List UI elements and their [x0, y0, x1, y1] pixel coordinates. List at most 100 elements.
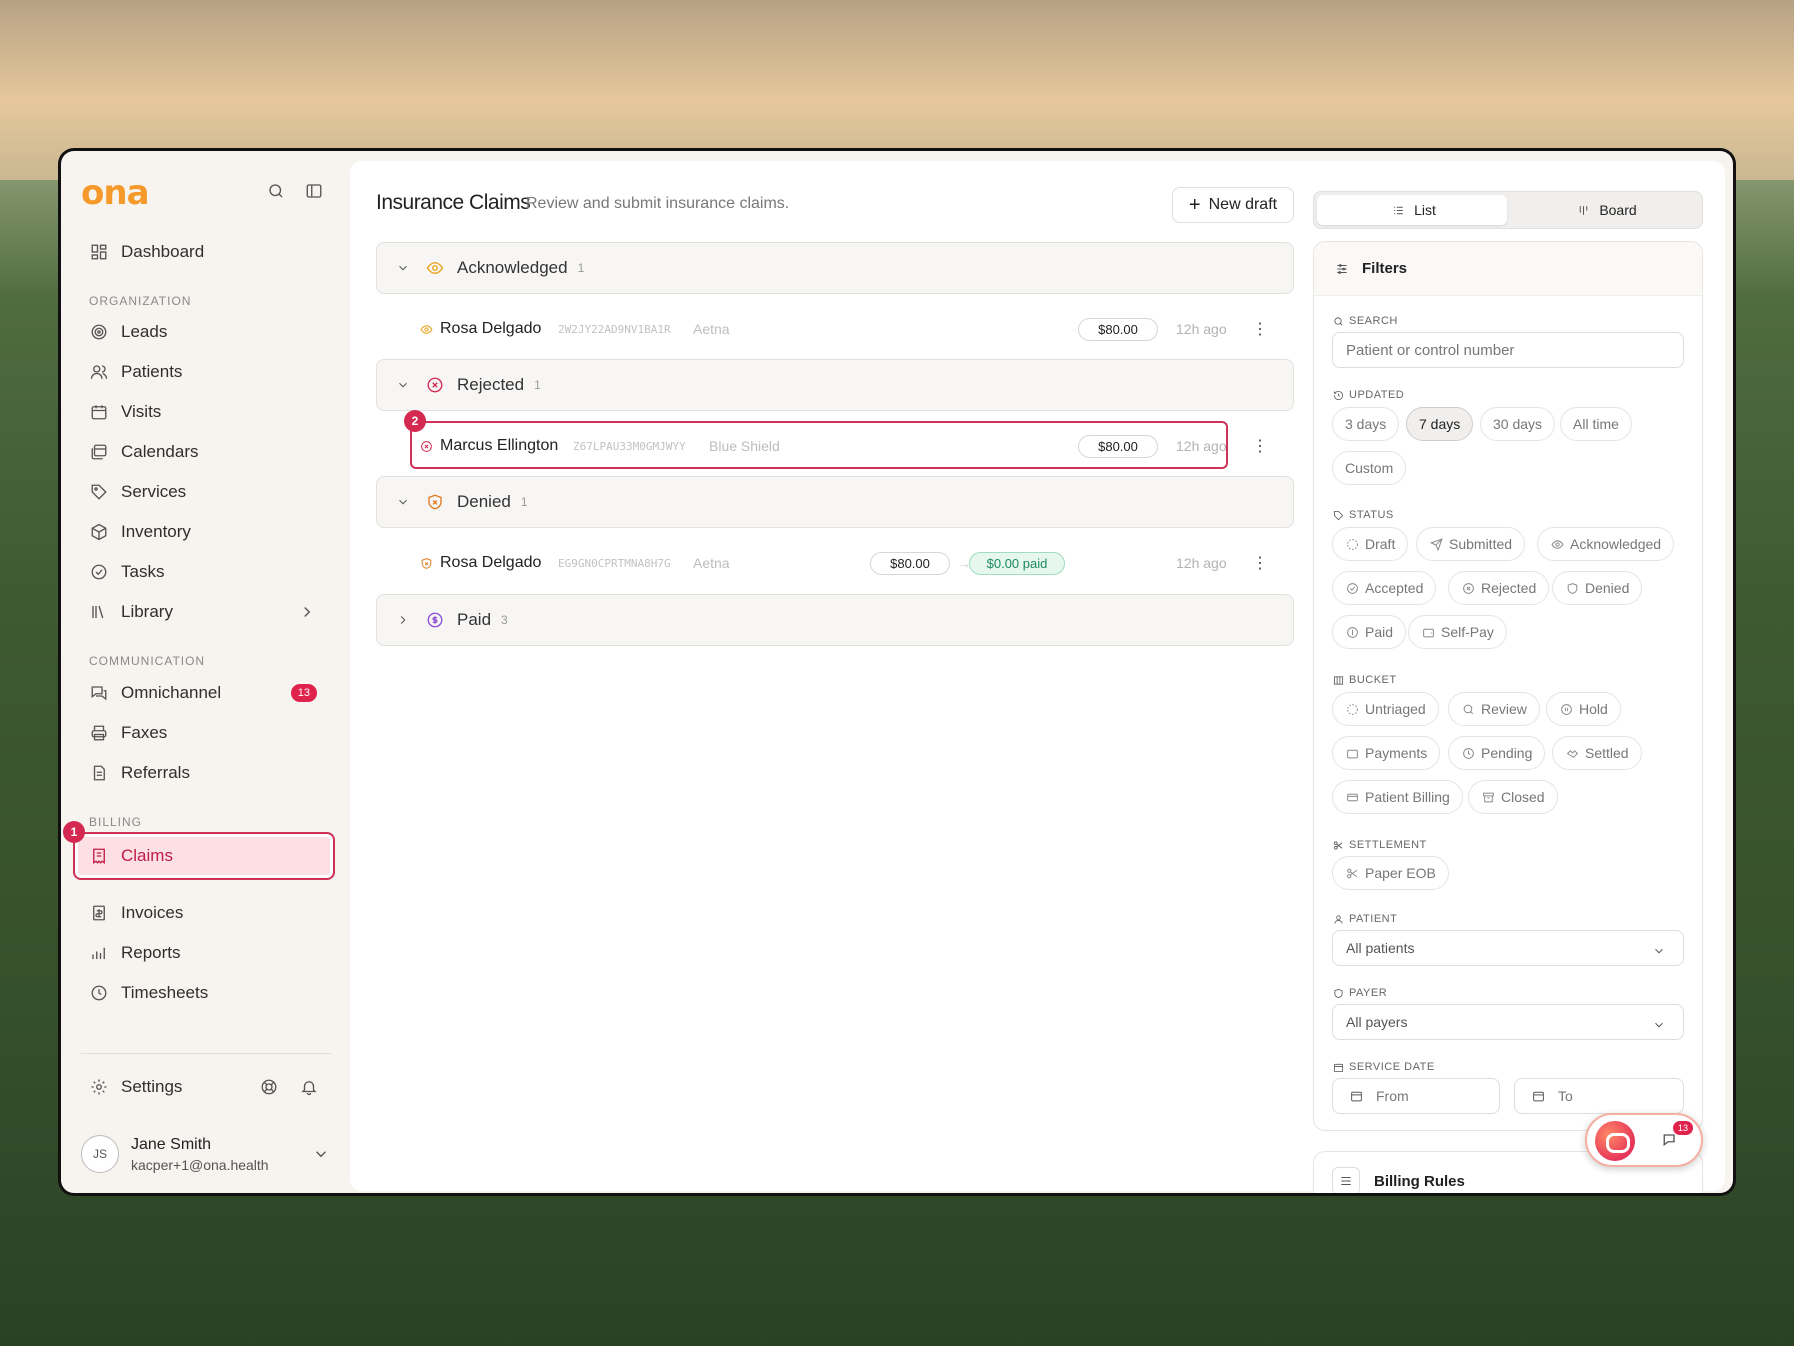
updated-7days-chip[interactable]: 7 days: [1406, 407, 1474, 441]
sidebar-item-reports[interactable]: Reports: [75, 934, 331, 972]
bucket-label: BUCKET: [1332, 674, 1397, 686]
settlement-label: SETTLEMENT: [1332, 839, 1427, 851]
sidebar-item-tasks[interactable]: Tasks: [75, 553, 331, 591]
more-options-icon[interactable]: ⋮: [1252, 319, 1268, 339]
claim-row[interactable]: Rosa Delgado 2W2JY22AD9NV1BA1R Aetna $80…: [376, 305, 1294, 353]
sidebar-item-services[interactable]: Services: [75, 473, 331, 511]
more-options-icon[interactable]: ⋮: [1252, 553, 1268, 573]
sidebar-item-referrals[interactable]: Referrals: [75, 754, 331, 792]
sidebar-item-label: Timesheets: [121, 983, 209, 1002]
amount-pill: $80.00: [1078, 317, 1158, 341]
amount-pill: $80.00: [870, 551, 950, 575]
ona-chat-logo-icon: [1595, 1121, 1635, 1161]
search-icon: [1332, 315, 1344, 327]
group-paid[interactable]: Paid 3: [376, 594, 1294, 646]
bell-icon[interactable]: [299, 1077, 319, 1097]
chevron-right-icon: [393, 610, 413, 630]
service-date-label: SERVICE DATE: [1332, 1061, 1435, 1073]
group-acknowledged[interactable]: Acknowledged 1: [376, 242, 1294, 294]
sidebar-item-visits[interactable]: Visits: [75, 393, 331, 431]
bucket-closed-chip[interactable]: Closed: [1468, 780, 1558, 814]
group-denied[interactable]: Denied 1: [376, 476, 1294, 528]
chat-launcher[interactable]: 13: [1585, 1113, 1703, 1167]
eye-icon: [416, 319, 436, 339]
sidebar-item-faxes[interactable]: Faxes: [75, 714, 331, 752]
sidebar-item-patients[interactable]: Patients: [75, 353, 331, 391]
payer-label: PAYER: [1332, 987, 1387, 999]
filters-panel: Filters SEARCH Patient or control number…: [1313, 241, 1703, 1131]
more-options-icon[interactable]: ⋮: [1252, 436, 1268, 456]
group-label: Acknowledged: [457, 258, 568, 277]
status-denied-chip[interactable]: Denied: [1552, 571, 1643, 605]
help-buoy-icon[interactable]: [259, 1077, 279, 1097]
bucket-review-chip[interactable]: Review: [1448, 692, 1540, 726]
sidebar-item-timesheets[interactable]: Timesheets: [75, 974, 331, 1012]
status-paid-chip[interactable]: Paid: [1332, 615, 1407, 649]
check-circle-icon: [89, 562, 109, 582]
unread-badge: 13: [290, 684, 317, 702]
bucket-hold-chip[interactable]: Hold: [1546, 692, 1621, 726]
zoom-icon: [1461, 702, 1475, 716]
claim-row[interactable]: Rosa Delgado EG9GN0CPRTMNA8H7G Aetna $80…: [376, 539, 1294, 587]
status-rejected-chip[interactable]: Rejected: [1448, 571, 1550, 605]
view-toggle: List Board: [1313, 191, 1703, 229]
date-to-input[interactable]: To: [1514, 1078, 1684, 1114]
patient-select[interactable]: All patients: [1332, 930, 1684, 966]
search-icon[interactable]: [266, 181, 286, 201]
status-submitted-chip[interactable]: Submitted: [1416, 527, 1526, 561]
sidebar-item-invoices[interactable]: Invoices: [75, 894, 331, 932]
bucket-payments-chip[interactable]: Payments: [1332, 736, 1441, 770]
wallet-icon: [1421, 625, 1435, 639]
payer-select[interactable]: All payers: [1332, 1004, 1684, 1040]
credit-card-icon: [1345, 790, 1359, 804]
main-panel: Insurance Claims Review and submit insur…: [350, 161, 1725, 1193]
check-circle-icon: [1345, 581, 1359, 595]
section-communication: COMMUNICATION: [89, 654, 206, 668]
clock-icon: [1461, 746, 1475, 760]
calendar-icon: [1346, 1086, 1366, 1106]
sidebar-item-library[interactable]: Library: [75, 593, 331, 631]
sidebar-item-omnichannel[interactable]: Omnichannel 13: [75, 674, 331, 712]
sidebar-item-dashboard[interactable]: Dashboard: [75, 233, 331, 271]
new-draft-button[interactable]: + New draft: [1172, 187, 1294, 223]
printer-icon: [89, 723, 109, 743]
clock-icon: [89, 983, 109, 1003]
settlement-paper-eob-chip[interactable]: Paper EOB: [1332, 856, 1449, 890]
sidebar-item-leads[interactable]: Leads: [75, 313, 331, 351]
sidebar-item-inventory[interactable]: Inventory: [75, 513, 331, 551]
sidebar-item-claims[interactable]: Claims: [73, 832, 335, 880]
updated-time: 12h ago: [1176, 555, 1227, 571]
status-acknowledged-chip[interactable]: Acknowledged: [1537, 527, 1675, 561]
sidebar-item-settings[interactable]: Settings: [75, 1068, 235, 1106]
bucket-settled-chip[interactable]: Settled: [1552, 736, 1642, 770]
filters-title: Filters: [1362, 260, 1408, 277]
updated-alltime-chip[interactable]: All time: [1560, 407, 1632, 441]
date-from-input[interactable]: From: [1332, 1078, 1500, 1114]
billing-rules-title: Billing Rules: [1374, 1172, 1465, 1190]
updated-30days-chip[interactable]: 30 days: [1480, 407, 1556, 441]
bucket-patient-billing-chip[interactable]: Patient Billing: [1332, 780, 1463, 814]
status-selfpay-chip[interactable]: Self-Pay: [1408, 615, 1507, 649]
sidebar-item-label: Services: [121, 482, 187, 501]
board-view-button[interactable]: Board: [1510, 195, 1700, 225]
updated-custom-chip[interactable]: Custom: [1332, 451, 1407, 485]
user-menu[interactable]: JS Jane Smith kacper+1@ona.health: [81, 1128, 331, 1180]
sidebar-item-calendars[interactable]: Calendars: [75, 433, 331, 471]
pause-circle-icon: [1559, 702, 1573, 716]
status-accepted-chip[interactable]: Accepted: [1332, 571, 1437, 605]
receipt-icon: [89, 846, 109, 866]
search-input[interactable]: Patient or control number: [1332, 332, 1684, 368]
sidebar-toggle-icon[interactable]: [304, 181, 324, 201]
bucket-untriaged-chip[interactable]: Untriaged: [1332, 692, 1439, 726]
sidebar-item-label: Visits: [121, 402, 162, 421]
bucket-pending-chip[interactable]: Pending: [1448, 736, 1546, 770]
users-icon: [89, 362, 109, 382]
group-count: 1: [534, 378, 541, 392]
archive-icon: [1481, 790, 1495, 804]
eye-icon: [425, 258, 445, 278]
list-view-button[interactable]: List: [1317, 195, 1507, 225]
updated-3days-chip[interactable]: 3 days: [1332, 407, 1400, 441]
chevron-down-icon: [1649, 1015, 1669, 1035]
group-rejected[interactable]: Rejected 1: [376, 359, 1294, 411]
status-draft-chip[interactable]: Draft: [1332, 527, 1409, 561]
